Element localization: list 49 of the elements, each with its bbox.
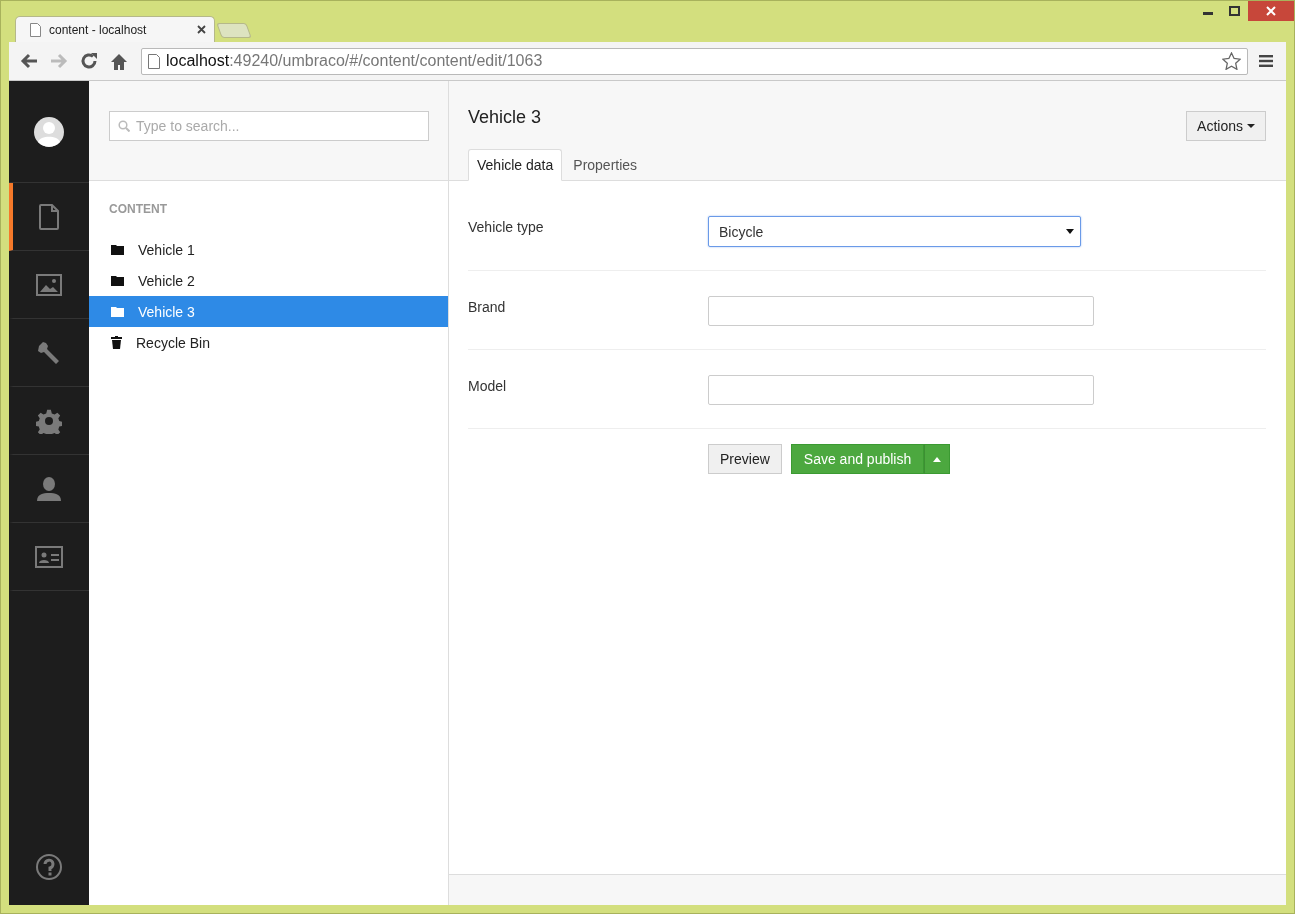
page-icon (148, 53, 160, 69)
tree-item[interactable]: Vehicle 2 (89, 265, 448, 296)
caret-icon (1247, 123, 1255, 129)
wrench-icon (36, 339, 62, 366)
text-field[interactable] (708, 375, 1094, 405)
id-card-icon (35, 545, 63, 568)
folder-icon (111, 275, 124, 286)
close-icon (1266, 6, 1276, 16)
tab-title: content - localhost (49, 22, 148, 37)
gear-icon (36, 407, 62, 434)
caret-icon (933, 456, 942, 462)
close-icon[interactable] (197, 25, 206, 34)
folder-icon (111, 306, 124, 317)
field-label: Brand (468, 298, 507, 315)
maximize-icon (1229, 6, 1240, 16)
tree-item[interactable]: Recycle Bin (89, 327, 448, 358)
address-bar[interactable]: localhost:49240/umbraco/#/content/content/edit/1063 (141, 47, 1248, 75)
text-field[interactable] (708, 296, 1094, 326)
tree-item-label: Vehicle 3 (138, 303, 195, 320)
page-title: Vehicle 3 (468, 107, 542, 128)
close-window-button[interactable] (1248, 1, 1294, 21)
tree-item-label: Recycle Bin (136, 334, 210, 351)
section-button[interactable] (9, 183, 89, 251)
trash-icon (111, 336, 122, 349)
page-icon (30, 22, 41, 37)
tree-item-label: Vehicle 2 (138, 272, 195, 289)
tree-item[interactable]: Vehicle 3 (89, 296, 448, 327)
field-label: Vehicle type (468, 218, 545, 235)
tree-item[interactable]: Vehicle 1 (89, 234, 448, 265)
person-icon (36, 475, 62, 502)
browser-tab[interactable]: content - localhost (15, 16, 215, 42)
caret-icon (1066, 229, 1074, 234)
help-icon[interactable] (36, 854, 62, 880)
url-text: localhost:49240/umbraco/#/content/content/edit/1063 (166, 52, 544, 70)
field-label: Model (468, 377, 508, 394)
tab[interactable]: Vehicle data (468, 149, 563, 181)
folder-icon (111, 244, 124, 255)
publish-options-button[interactable] (924, 444, 951, 474)
tree-item-label: Vehicle 1 (138, 241, 195, 258)
tree-heading: CONTENT (108, 201, 168, 218)
image-icon (36, 273, 62, 296)
search-field[interactable]: Type to search... (109, 111, 429, 141)
select-field[interactable]: Bicycle (708, 216, 1081, 247)
document-icon (39, 203, 59, 230)
avatar-icon[interactable] (34, 116, 64, 147)
tab[interactable]: Properties (564, 149, 647, 181)
preview-button[interactable]: Preview (708, 444, 782, 474)
actions-button[interactable]: Actions (1186, 111, 1266, 141)
star-icon[interactable] (1222, 52, 1241, 70)
